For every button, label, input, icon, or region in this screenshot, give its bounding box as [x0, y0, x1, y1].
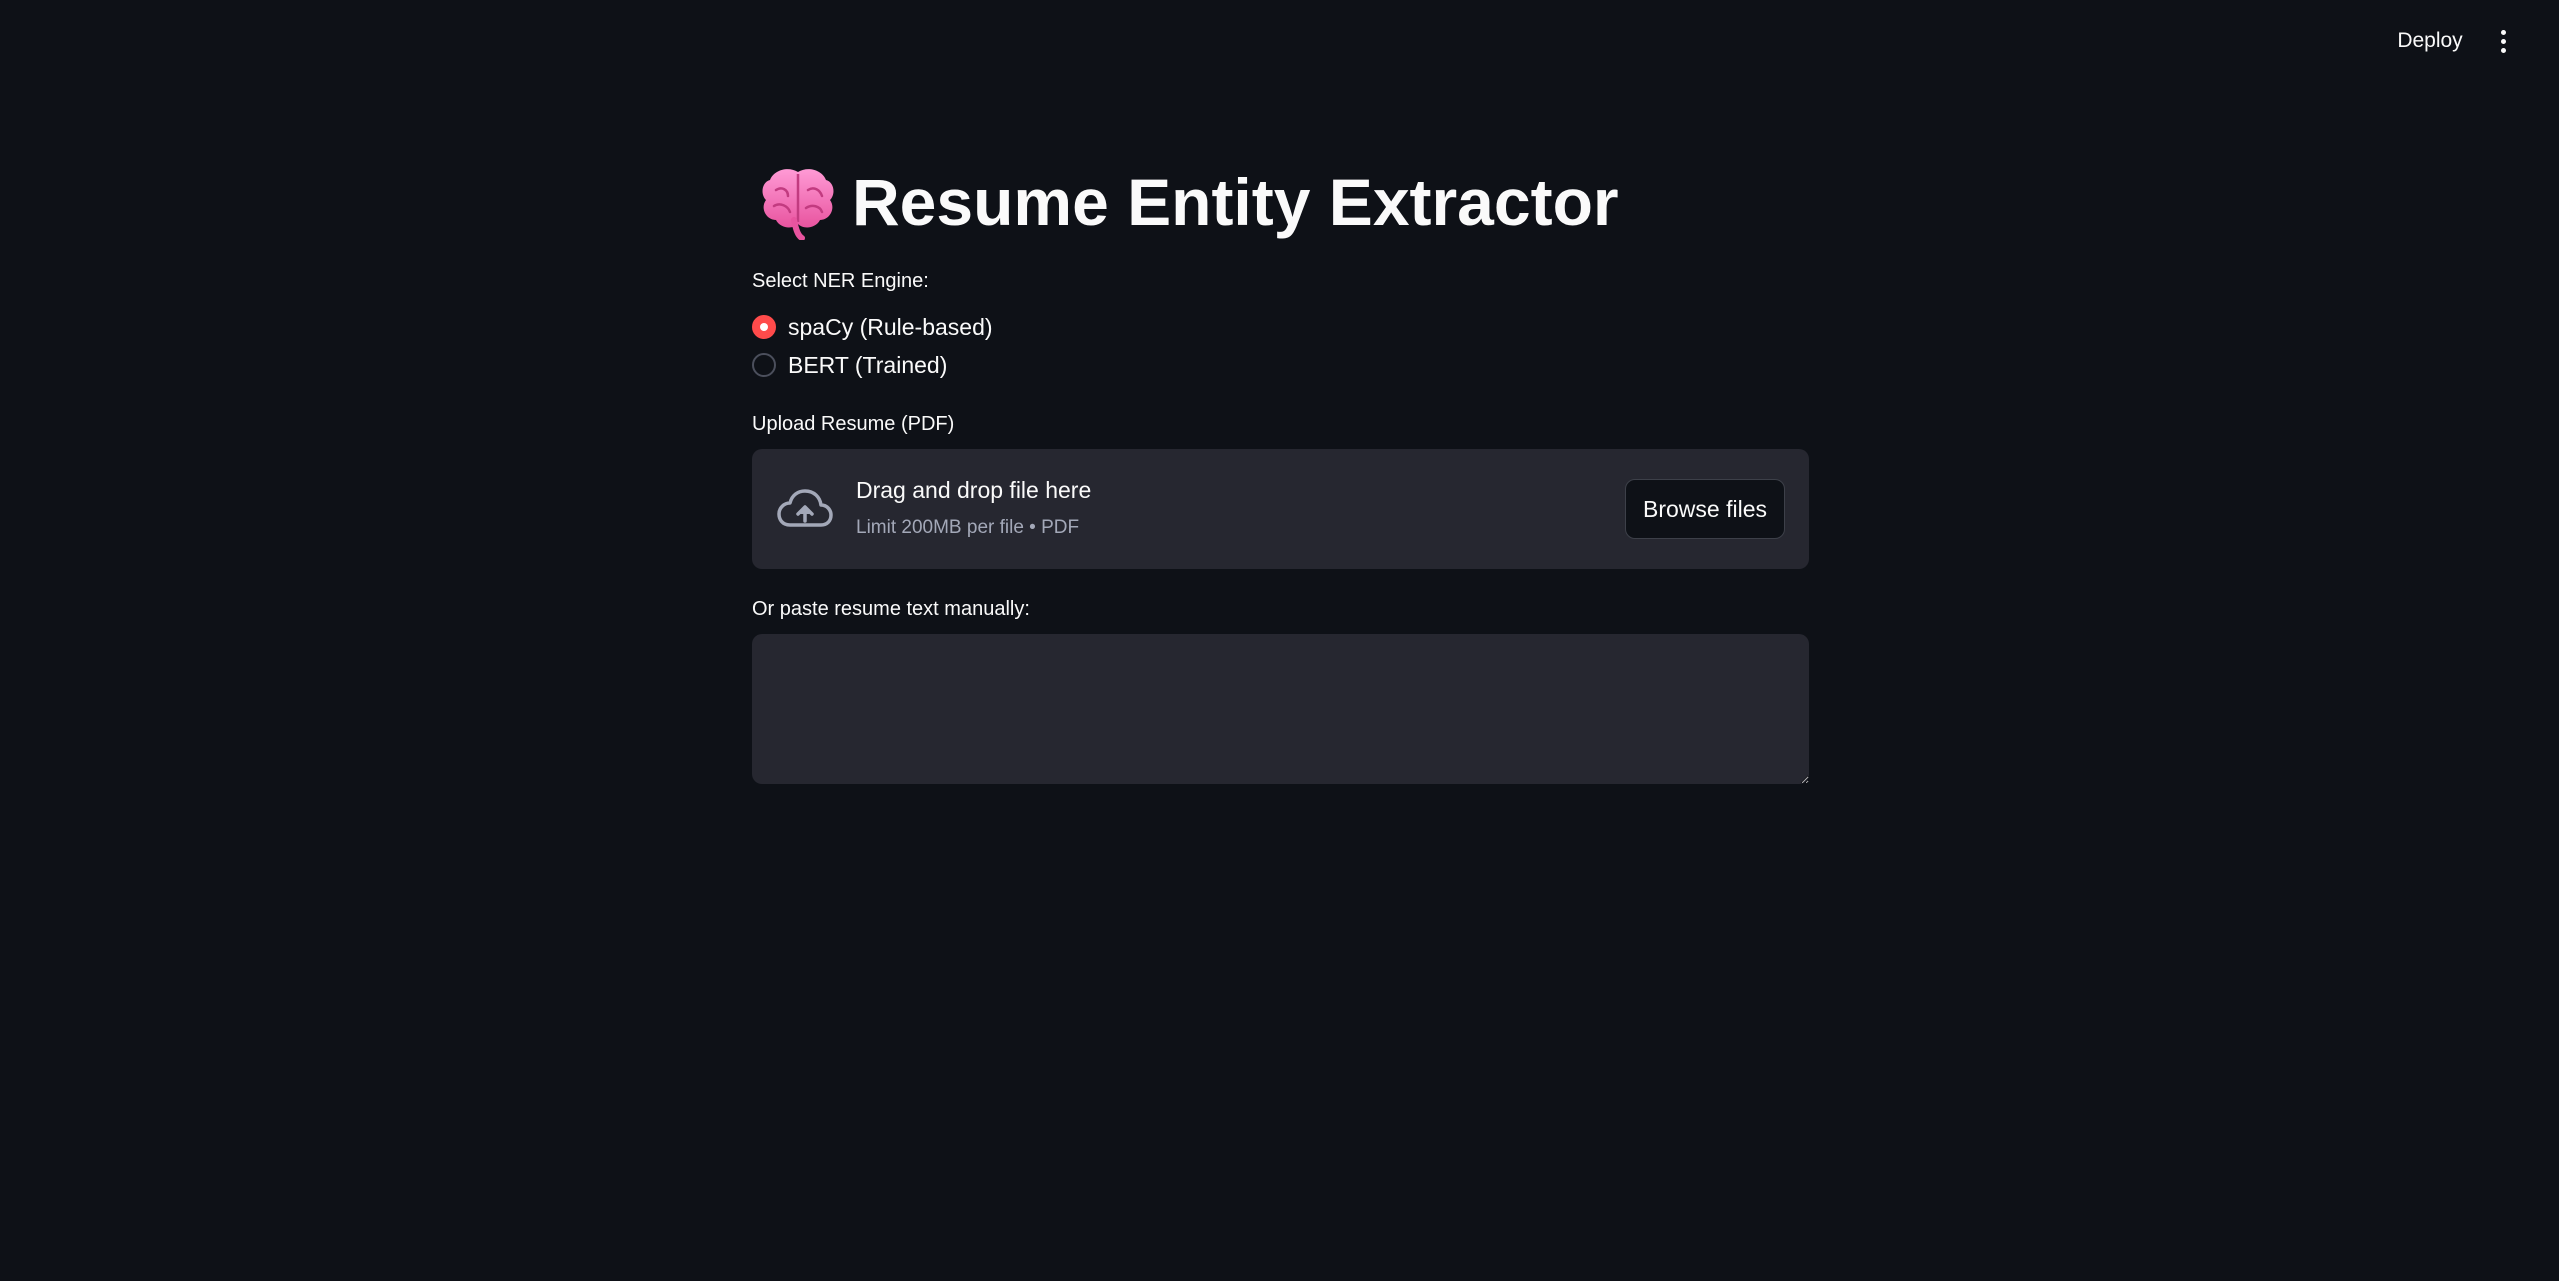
- title-row: Resume Entity Extractor: [752, 160, 1619, 244]
- dropzone-limit-text: Limit 200MB per file • PDF: [856, 517, 1080, 538]
- menu-dot: [2500, 38, 2506, 44]
- cloud-upload-icon: [777, 489, 833, 527]
- deploy-button[interactable]: Deploy: [2390, 24, 2470, 58]
- resume-text-area[interactable]: [752, 634, 1809, 784]
- vertical-ellipsis-icon[interactable]: [2488, 24, 2518, 58]
- page-title: Resume Entity Extractor: [852, 165, 1619, 239]
- radio-checked-icon[interactable]: [752, 315, 776, 339]
- browse-files-button[interactable]: Browse files: [1625, 479, 1785, 539]
- file-dropzone[interactable]: Drag and drop file here Limit 200MB per …: [752, 449, 1809, 569]
- radio-option-spacy[interactable]: spaCy (Rule-based): [752, 308, 993, 346]
- menu-dot: [2500, 47, 2506, 53]
- radio-label-bert[interactable]: BERT (Trained): [788, 352, 947, 379]
- radio-unchecked-icon[interactable]: [752, 353, 776, 377]
- brain-icon: [762, 169, 834, 240]
- paste-text-label: Or paste resume text manually:: [752, 598, 1030, 620]
- menu-dot: [2500, 29, 2506, 35]
- ner-engine-label: Select NER Engine:: [752, 270, 929, 292]
- app-header: Deploy: [0, 0, 2559, 80]
- ner-engine-radio-group: spaCy (Rule-based) BERT (Trained): [752, 308, 993, 384]
- dropzone-title: Drag and drop file here: [856, 477, 1092, 503]
- radio-option-bert[interactable]: BERT (Trained): [752, 346, 993, 384]
- upload-label: Upload Resume (PDF): [752, 413, 955, 435]
- radio-label-spacy[interactable]: spaCy (Rule-based): [788, 314, 993, 341]
